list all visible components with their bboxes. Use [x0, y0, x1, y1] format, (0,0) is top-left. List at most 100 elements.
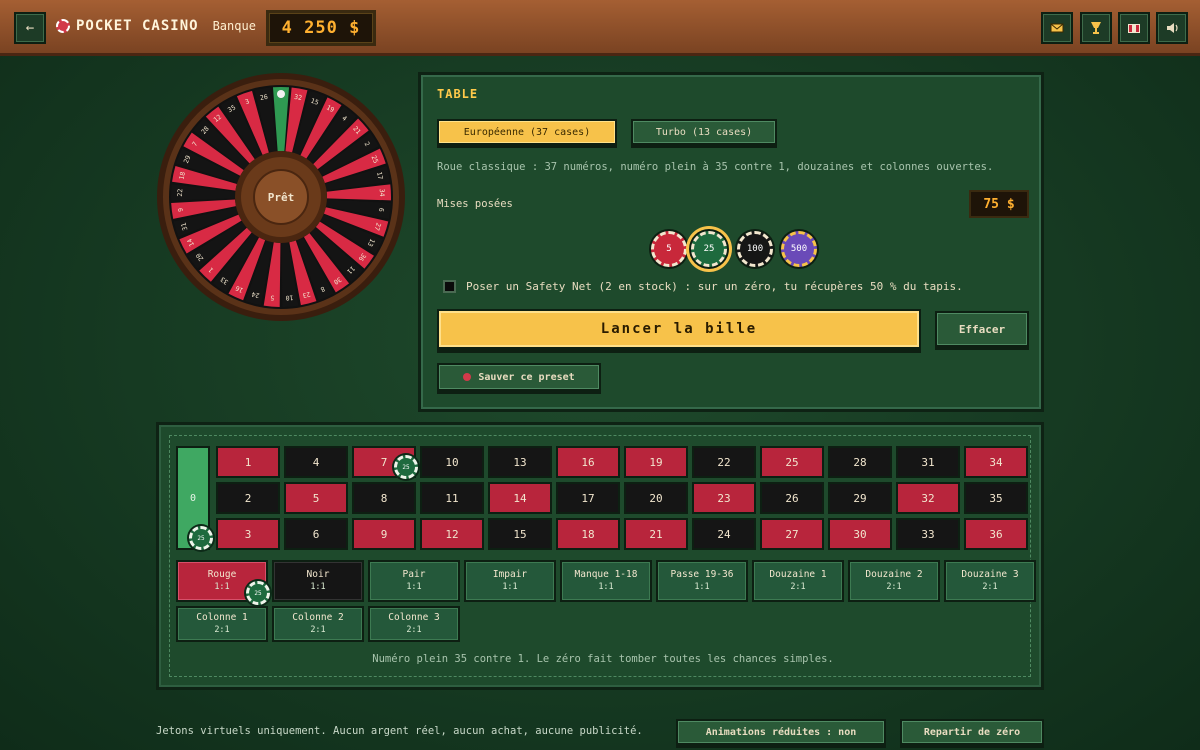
number-cell-4[interactable]: 4: [284, 446, 348, 478]
number-cell-29[interactable]: 29: [828, 482, 892, 514]
chip-logo-icon: [56, 19, 70, 33]
column-bet-label: Colonne 3: [388, 612, 440, 623]
outside-bet-3[interactable]: Impair 1:1: [464, 560, 556, 602]
number-cell-32[interactable]: 32: [896, 482, 960, 514]
mail-button[interactable]: [1041, 12, 1073, 44]
speaker-icon: [1167, 23, 1178, 33]
outside-bet-label: Manque 1-18: [574, 569, 638, 580]
reduced-animations-toggle[interactable]: Animations réduites : non: [676, 719, 886, 745]
back-arrow-icon: ←: [25, 20, 35, 36]
betting-board: 0 3 6 9 12 15 18 21 24 27 30 33 36 2 5 8 11 14 17 20 23 26 29…: [156, 422, 1044, 690]
column-bet-label: Colonne 1: [196, 612, 248, 623]
number-cell-19[interactable]: 19: [624, 446, 688, 478]
number-cell-5[interactable]: 5: [284, 482, 348, 514]
number-cell-18[interactable]: 18: [556, 518, 620, 550]
envelope-icon: [1050, 23, 1064, 33]
number-cell-36[interactable]: 36: [964, 518, 1028, 550]
chip-500-label: 500: [790, 244, 808, 254]
outside-bet-odds: 1:1: [502, 582, 518, 592]
outside-bet-label: Passe 19-36: [670, 569, 734, 580]
number-cell-35[interactable]: 35: [964, 482, 1028, 514]
outside-bet-1[interactable]: Noir 1:1: [272, 560, 364, 602]
outside-bet-odds: 1:1: [598, 582, 614, 592]
save-preset-button[interactable]: Sauver ce preset: [437, 363, 601, 391]
number-cell-15[interactable]: 15: [488, 518, 552, 550]
outside-bet-6[interactable]: Douzaine 1 2:1: [752, 560, 844, 602]
placed-chip-zero: 25: [189, 526, 213, 550]
number-cell-8[interactable]: 8: [352, 482, 416, 514]
column-bet-odds: 2:1: [310, 625, 326, 635]
outside-bet-odds: 2:1: [886, 582, 902, 592]
column-bet-2[interactable]: Colonne 2 2:1: [272, 606, 364, 642]
outside-bet-8[interactable]: Douzaine 3 2:1: [944, 560, 1036, 602]
wheel-center-label: Prêt: [267, 190, 295, 204]
number-cell-9[interactable]: 9: [352, 518, 416, 550]
outside-bet-label: Rouge: [207, 569, 237, 580]
column-bet-odds: 2:1: [214, 625, 230, 635]
number-cell-30[interactable]: 30: [828, 518, 892, 550]
number-cell-24[interactable]: 24: [692, 518, 756, 550]
number-cell-2[interactable]: 2: [216, 482, 280, 514]
number-cell-17[interactable]: 17: [556, 482, 620, 514]
outside-bet-2[interactable]: Pair 1:1: [368, 560, 460, 602]
number-cell-34[interactable]: 34: [964, 446, 1028, 478]
restart-button[interactable]: Repartir de zéro: [900, 719, 1044, 745]
outside-bet-4[interactable]: Manque 1-18 1:1: [560, 560, 652, 602]
sound-button[interactable]: [1156, 12, 1188, 44]
chip-500[interactable]: 500: [781, 231, 817, 267]
trophy-button[interactable]: [1080, 12, 1112, 44]
safety-net-checkbox[interactable]: [443, 280, 456, 293]
outside-bet-label: Douzaine 1: [769, 569, 827, 580]
save-preset-label: Sauver ce preset: [478, 371, 575, 383]
mode-turbo-button[interactable]: Turbo (13 cases): [631, 119, 777, 145]
number-cell-16[interactable]: 16: [556, 446, 620, 478]
number-cell-3[interactable]: 3: [216, 518, 280, 550]
chip-5[interactable]: 5: [651, 231, 687, 267]
launch-ball-button[interactable]: Lancer la bille: [437, 309, 921, 349]
column-bet-3[interactable]: Colonne 3 2:1: [368, 606, 460, 642]
number-cell-20[interactable]: 20: [624, 482, 688, 514]
number-cell-25[interactable]: 25: [760, 446, 824, 478]
trophy-icon: [1091, 22, 1101, 34]
bank-balance: 4 250 $: [266, 10, 376, 46]
back-button[interactable]: ←: [14, 12, 46, 44]
outside-bet-label: Douzaine 3: [961, 569, 1019, 580]
bank-label: Banque: [212, 19, 256, 33]
panel-title: TABLE: [437, 87, 479, 101]
number-cell-26[interactable]: 26: [760, 482, 824, 514]
safety-net-label: Poser un Safety Net (2 en stock) : sur u…: [466, 280, 963, 293]
chip-5-label: 5: [666, 244, 672, 254]
outside-bet-label: Impair: [492, 569, 528, 580]
number-cell-10[interactable]: 10: [420, 446, 484, 478]
chip-100[interactable]: 100: [737, 231, 773, 267]
column-bet-1[interactable]: Colonne 1 2:1: [176, 606, 268, 642]
gift-button[interactable]: [1118, 12, 1150, 44]
number-cell-22[interactable]: 22: [692, 446, 756, 478]
roulette-wheel: 0321519421225173462713361130823105241633…: [156, 72, 406, 322]
outside-bet-5[interactable]: Passe 19-36 1:1: [656, 560, 748, 602]
number-cell-31[interactable]: 31: [896, 446, 960, 478]
mode-european-button[interactable]: Européenne (37 cases): [437, 119, 617, 145]
outside-bet-7[interactable]: Douzaine 2 2:1: [848, 560, 940, 602]
number-cell-11[interactable]: 11: [420, 482, 484, 514]
clear-button[interactable]: Effacer: [935, 311, 1029, 347]
number-cell-13[interactable]: 13: [488, 446, 552, 478]
preset-dot-icon: [463, 373, 472, 381]
number-cell-12[interactable]: 12: [420, 518, 484, 550]
number-cell-23[interactable]: 23: [692, 482, 756, 514]
table-panel: TABLE Européenne (37 cases) Turbo (13 ca…: [418, 72, 1044, 412]
number-cell-1[interactable]: 1: [216, 446, 280, 478]
outside-bet-odds: 1:1: [406, 582, 422, 592]
number-cell-14[interactable]: 14: [488, 482, 552, 514]
number-cell-33[interactable]: 33: [896, 518, 960, 550]
board-frame: 0 3 6 9 12 15 18 21 24 27 30 33 36 2 5 8 11 14 17 20 23 26 29…: [169, 435, 1036, 677]
number-cell-6[interactable]: 6: [284, 518, 348, 550]
number-cell-27[interactable]: 27: [760, 518, 824, 550]
chip-25-selected[interactable]: 25: [691, 231, 727, 267]
brand: POCKET CASINO Banque: [56, 18, 256, 34]
number-cell-21[interactable]: 21: [624, 518, 688, 550]
placed-chip-7: 25: [394, 455, 418, 479]
outside-bet-label: Pair: [402, 569, 426, 580]
column-bet-odds: 2:1: [406, 625, 422, 635]
number-cell-28[interactable]: 28: [828, 446, 892, 478]
